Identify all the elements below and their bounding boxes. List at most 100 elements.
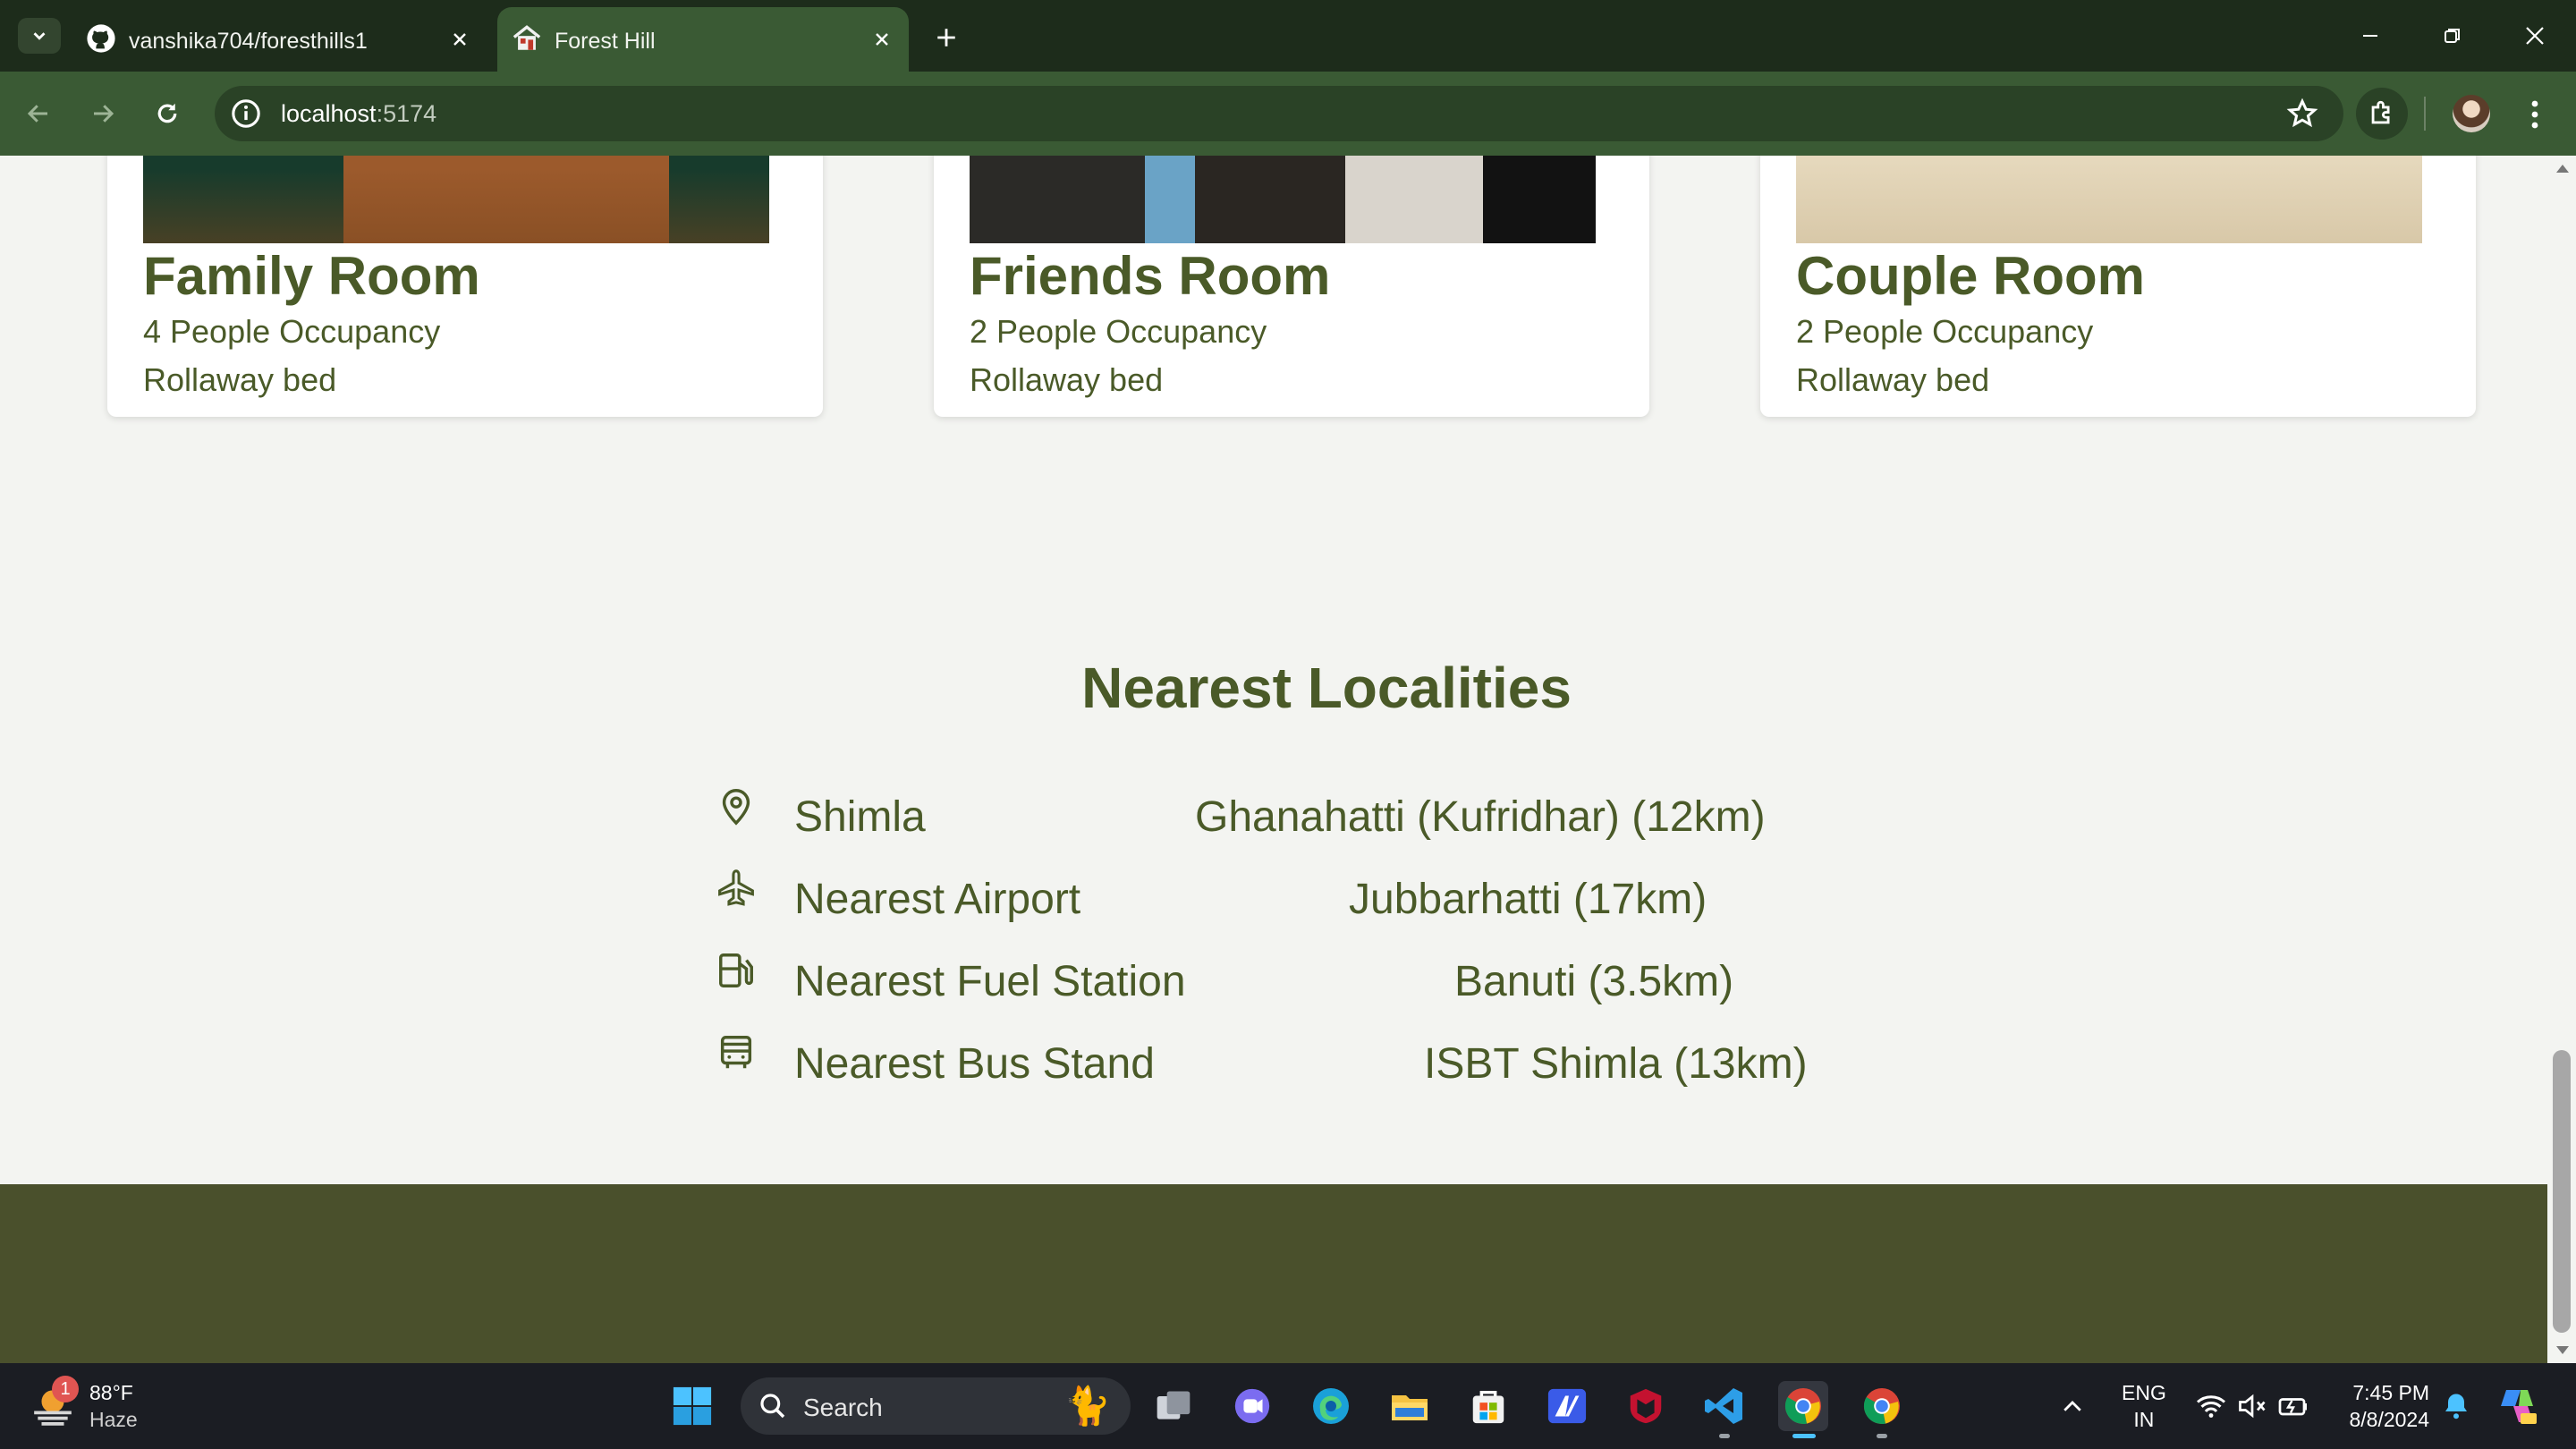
close-window-button[interactable]: [2508, 14, 2562, 57]
edge-icon: [1313, 1388, 1349, 1424]
battery-charging-icon[interactable]: [2277, 1390, 2309, 1422]
scroll-up-arrow-icon[interactable]: [2556, 165, 2569, 173]
room-card-couple: Couple Room 2 People Occupancy Rollaway …: [1760, 156, 2476, 417]
localities-heading: Nearest Localities: [1081, 656, 1572, 720]
fuel-station-icon: [719, 953, 753, 987]
plus-icon: [937, 29, 955, 47]
taskbar-file-explorer[interactable]: [1385, 1381, 1435, 1431]
system-clock[interactable]: 7:45 PM 8/8/2024: [2336, 1379, 2429, 1433]
close-tab-icon[interactable]: [868, 25, 896, 54]
language-code: ENG: [2122, 1381, 2166, 1404]
weather-temperature[interactable]: 88°F: [89, 1381, 133, 1405]
arrow-left-icon: [27, 105, 47, 123]
scroll-down-arrow-icon[interactable]: [2556, 1346, 2569, 1354]
locality-value: ISBT Shimla (13km): [1424, 1040, 1808, 1088]
locality-value: Jubbarhatti (17km): [1349, 876, 1707, 923]
folder-icon: [1392, 1395, 1428, 1420]
locality-label: Nearest Fuel Station: [794, 958, 1186, 1005]
taskbar-vscode[interactable]: [1699, 1381, 1750, 1438]
web-page: Family Room 4 People Occupancy Rollaway …: [0, 156, 2547, 1363]
close-tab-icon[interactable]: [445, 25, 474, 54]
forward-button[interactable]: [82, 93, 123, 134]
bookmark-star-icon[interactable]: [2286, 97, 2318, 130]
weather-description[interactable]: Haze: [89, 1408, 138, 1432]
site-info-icon[interactable]: [231, 98, 261, 129]
locality-value: Banuti (3.5km): [1454, 958, 1734, 1005]
chrome-icon: [1863, 1388, 1900, 1425]
taskbar-writing-app[interactable]: [1542, 1381, 1592, 1431]
clock-date: 8/8/2024: [2349, 1408, 2429, 1431]
speaker-muted-icon[interactable]: [2236, 1390, 2268, 1422]
reload-button[interactable]: [147, 93, 188, 134]
page-scrollbar[interactable]: [2547, 156, 2576, 1363]
windows-taskbar: 1 88°F Haze Search 🐈 ENG IN 7:45 PM 8/8/…: [0, 1363, 2576, 1449]
store-icon: [1472, 1390, 1504, 1424]
room-bed: Rollaway bed: [1796, 361, 1990, 398]
toolbar-divider: [2424, 97, 2426, 131]
taskbar-edge[interactable]: [1306, 1381, 1356, 1431]
taskbar-mcafee[interactable]: [1621, 1381, 1671, 1431]
running-indicator: [1877, 1434, 1887, 1438]
close-icon: [2526, 27, 2544, 45]
chrome-icon: [1784, 1388, 1821, 1425]
writing-app-icon: [1547, 1388, 1587, 1424]
taskbar-teams[interactable]: [1227, 1381, 1277, 1431]
room-bed: Rollaway bed: [970, 361, 1164, 398]
room-name: Friends Room: [970, 246, 1331, 306]
room-occupancy: 2 People Occupancy: [970, 313, 1267, 350]
github-icon: [87, 24, 115, 53]
house-icon: [513, 25, 541, 50]
extensions-button[interactable]: [2356, 88, 2408, 140]
weather-alert-badge: 1: [52, 1376, 79, 1402]
room-occupancy: 4 People Occupancy: [143, 313, 441, 350]
back-button[interactable]: [18, 93, 59, 134]
wifi-icon[interactable]: [2195, 1390, 2227, 1422]
minimize-button[interactable]: [2343, 14, 2397, 57]
address-bar[interactable]: localhost:5174: [215, 86, 2343, 141]
search-icon: [760, 1394, 785, 1419]
map-pin-icon: [722, 789, 750, 826]
profile-avatar[interactable]: [2453, 95, 2490, 132]
browser-menu-button[interactable]: [2517, 95, 2553, 134]
taskbar-search[interactable]: Search 🐈: [741, 1377, 1131, 1435]
search-label: Search: [803, 1394, 883, 1421]
tab-search-button[interactable]: [18, 18, 61, 54]
taskbar-chrome-active[interactable]: [1778, 1381, 1828, 1438]
locality-label: Shimla: [794, 793, 926, 841]
active-indicator: [1792, 1434, 1816, 1438]
teams-chat-icon: [1234, 1388, 1270, 1424]
chevron-down-icon: [33, 32, 46, 40]
restore-icon: [2445, 29, 2460, 43]
browser-tab-bar: vanshika704/foresthills1 Forest Hill: [0, 0, 2576, 72]
region-code: IN: [2133, 1408, 2155, 1431]
url-port: :5174: [376, 100, 437, 127]
room-name: Family Room: [143, 246, 480, 306]
tab-github[interactable]: vanshika704/foresthills1: [72, 7, 487, 72]
new-tab-button[interactable]: [928, 20, 964, 55]
tab-title: vanshika704/foresthills1: [129, 29, 368, 54]
task-view-button[interactable]: [1148, 1381, 1199, 1431]
notification-bell-icon[interactable]: [2440, 1390, 2472, 1422]
running-indicator: [1719, 1434, 1730, 1438]
taskbar-chrome[interactable]: [1857, 1381, 1907, 1438]
tab-title: Forest Hill: [555, 29, 656, 54]
tab-forest-hill[interactable]: Forest Hill: [497, 7, 909, 72]
locality-label: Nearest Bus Stand: [794, 1040, 1155, 1088]
room-card-family: Family Room 4 People Occupancy Rollaway …: [107, 156, 823, 417]
chevron-up-icon[interactable]: [2059, 1394, 2086, 1420]
scroll-thumb[interactable]: [2553, 1050, 2571, 1333]
clock-time: 7:45 PM: [2352, 1381, 2429, 1404]
room-photo: [143, 156, 769, 243]
reload-icon: [157, 103, 177, 123]
locality-value: Ghanahatti (Kufridhar) (12km): [1195, 793, 1766, 841]
copilot-icon[interactable]: [2496, 1385, 2538, 1428]
locality-label: Nearest Airport: [794, 876, 1081, 923]
bus-icon: [720, 1036, 752, 1069]
arrow-right-icon: [94, 105, 114, 123]
language-indicator[interactable]: ENG IN: [2122, 1379, 2166, 1433]
start-button[interactable]: [667, 1381, 717, 1431]
kebab-menu-icon: [2531, 100, 2538, 129]
room-bed: Rollaway bed: [143, 361, 337, 398]
taskbar-store[interactable]: [1463, 1381, 1513, 1431]
restore-button[interactable]: [2426, 14, 2479, 57]
